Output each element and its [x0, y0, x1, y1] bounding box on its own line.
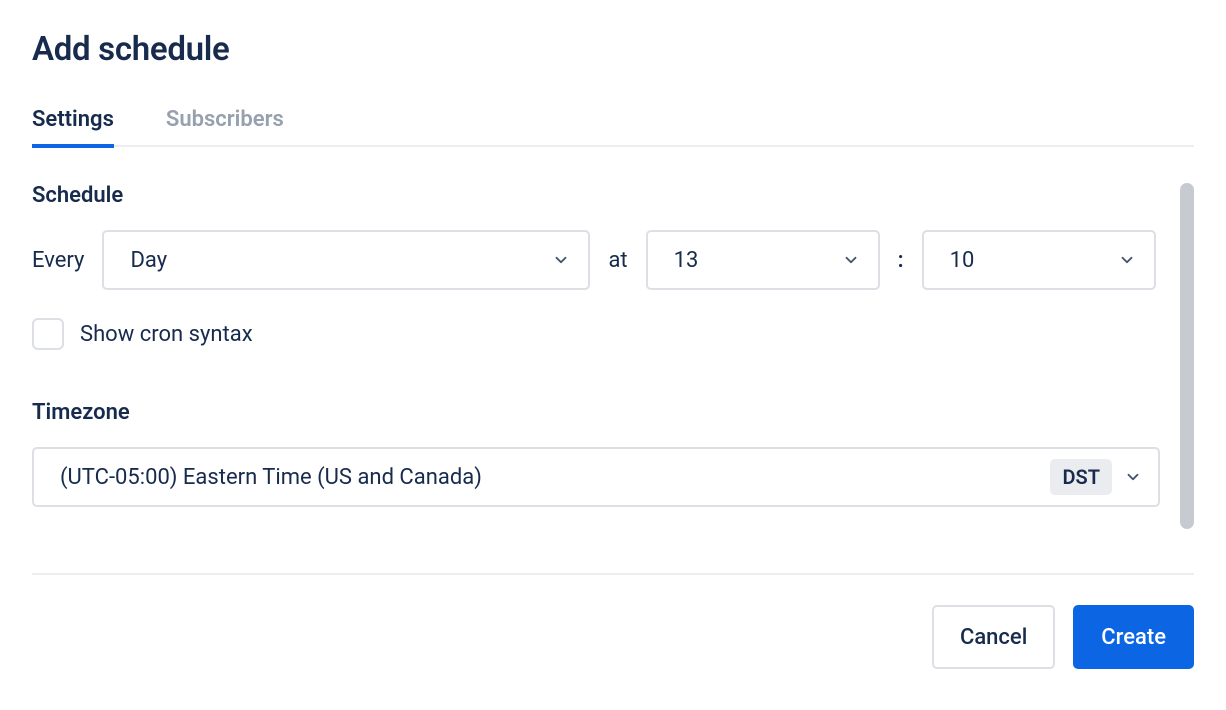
tab-subscribers[interactable]: Subscribers — [166, 107, 284, 148]
show-cron-checkbox[interactable] — [32, 318, 64, 350]
at-label: at — [608, 248, 627, 273]
settings-panel: Schedule Every Day at 13 : 10 — [32, 183, 1194, 543]
create-button[interactable]: Create — [1073, 605, 1194, 669]
scrollbar[interactable] — [1180, 183, 1194, 529]
timezone-select[interactable]: (UTC-05:00) Eastern Time (US and Canada)… — [32, 447, 1160, 507]
timezone-value: (UTC-05:00) Eastern Time (US and Canada) — [60, 465, 482, 490]
minute-value: 10 — [950, 248, 975, 273]
show-cron-label[interactable]: Show cron syntax — [80, 322, 253, 347]
tab-settings[interactable]: Settings — [32, 107, 114, 148]
tabs: Settings Subscribers — [32, 107, 1194, 147]
dialog-footer: Cancel Create — [32, 573, 1194, 669]
page-title: Add schedule — [32, 30, 1194, 69]
time-separator: : — [898, 248, 904, 273]
hour-select[interactable]: 13 — [646, 230, 880, 290]
frequency-select[interactable]: Day — [102, 230, 590, 290]
schedule-heading: Schedule — [32, 183, 1166, 208]
show-cron-row: Show cron syntax — [32, 318, 1166, 350]
frequency-value: Day — [130, 248, 167, 273]
minute-select[interactable]: 10 — [922, 230, 1156, 290]
scrollbar-thumb[interactable] — [1180, 183, 1194, 529]
hour-value: 13 — [674, 248, 699, 273]
chevron-down-icon — [552, 251, 570, 269]
every-label: Every — [32, 248, 84, 273]
timezone-heading: Timezone — [32, 400, 1166, 425]
add-schedule-dialog: Add schedule Settings Subscribers Schedu… — [0, 0, 1226, 710]
chevron-down-icon — [1124, 468, 1142, 486]
chevron-down-icon — [1118, 251, 1136, 269]
schedule-row: Every Day at 13 : 10 — [32, 230, 1166, 290]
cancel-button[interactable]: Cancel — [932, 605, 1055, 669]
dst-badge: DST — [1050, 459, 1112, 495]
chevron-down-icon — [842, 251, 860, 269]
timezone-section: Timezone (UTC-05:00) Eastern Time (US an… — [32, 400, 1166, 507]
